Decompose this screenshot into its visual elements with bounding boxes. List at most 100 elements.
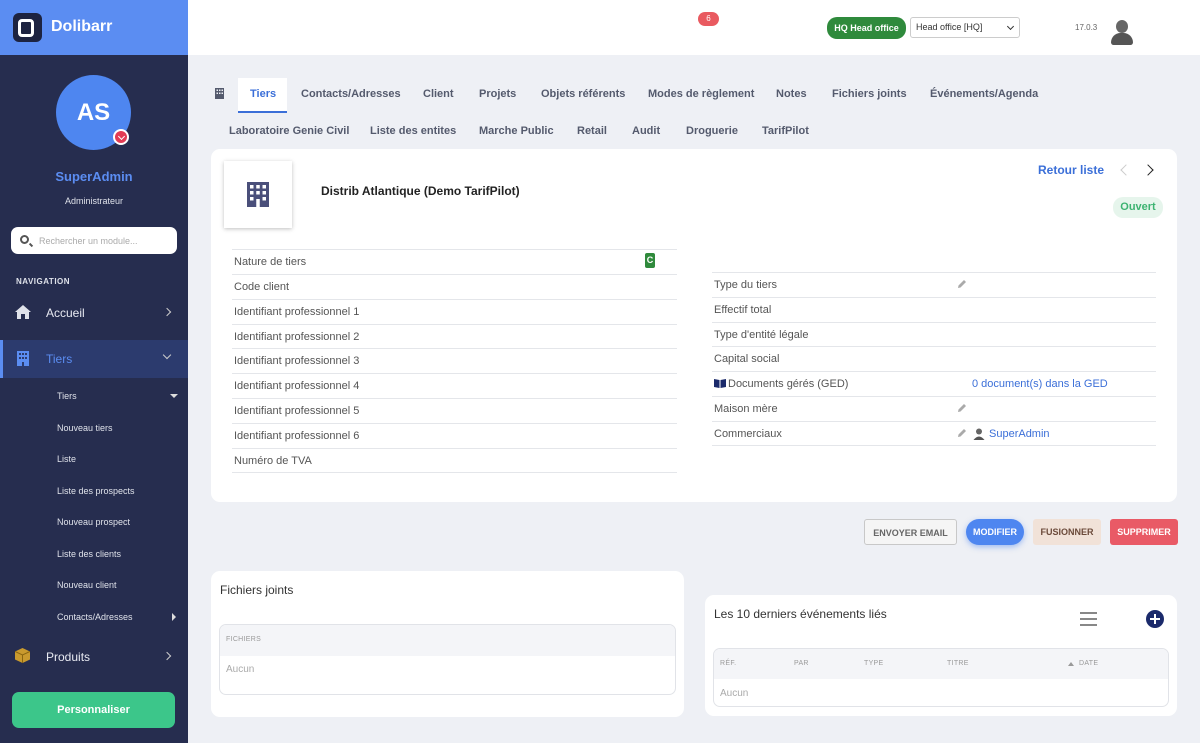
- empty-message: Aucun: [226, 664, 255, 675]
- merge-button[interactable]: FUSIONNER: [1033, 519, 1101, 545]
- field-row: Identifiant professionnel 6: [232, 423, 677, 448]
- field-label: Numéro de TVA: [234, 455, 312, 467]
- tab-client[interactable]: Client: [423, 88, 454, 100]
- tab-modes-reglement[interactable]: Modes de règlement: [648, 88, 754, 100]
- field-label: Commerciaux: [714, 428, 782, 440]
- field-label: Documents gérés (GED): [728, 378, 849, 390]
- user-role: Administrateur: [64, 196, 124, 206]
- sub-item-tiers[interactable]: Tiers: [57, 391, 77, 401]
- nav-heading: NAVIGATION: [16, 277, 71, 286]
- pencil-icon[interactable]: [957, 403, 967, 413]
- notification-badge[interactable]: 6: [698, 12, 719, 26]
- table-header: [714, 649, 1168, 679]
- building-icon: [17, 351, 29, 366]
- module-search-input[interactable]: [39, 231, 169, 250]
- tab-contacts[interactable]: Contacts/Adresses: [301, 88, 401, 100]
- field-row: Identifiant professionnel 5: [232, 398, 677, 423]
- user-profile-icon[interactable]: [1108, 20, 1136, 46]
- box-icon: [15, 648, 30, 663]
- field-row: Documents gérés (GED) 0 document(s) dans…: [712, 371, 1156, 396]
- list-view-icon[interactable]: [1080, 612, 1097, 626]
- field-label: Type d'entité légale: [714, 329, 809, 341]
- tab-objets-referents[interactable]: Objets référents: [541, 88, 625, 100]
- add-event-icon[interactable]: [1146, 610, 1164, 628]
- ged-link[interactable]: 0 document(s) dans la GED: [972, 378, 1108, 390]
- nav-item-tiers[interactable]: Tiers: [0, 340, 188, 378]
- nav-label-tiers: Tiers: [46, 352, 73, 366]
- user-name[interactable]: SuperAdmin: [0, 169, 188, 184]
- sub-item-liste-prospects[interactable]: Liste des prospects: [57, 486, 135, 496]
- send-email-button[interactable]: ENVOYER EMAIL: [864, 519, 957, 545]
- sub-item-nouveau-prospect[interactable]: Nouveau prospect: [57, 517, 130, 527]
- sub-item-nouveau-client[interactable]: Nouveau client: [57, 580, 117, 590]
- tab-fichiers-joints[interactable]: Fichiers joints: [832, 88, 907, 100]
- field-row: Identifiant professionnel 3: [232, 348, 677, 373]
- tab-droguerie[interactable]: Droguerie: [686, 125, 738, 137]
- entity-select[interactable]: Head office [HQ]: [910, 17, 1020, 38]
- version-label: 17.0.3: [1075, 23, 1098, 32]
- field-label: Code client: [234, 281, 290, 293]
- field-row: Maison mère: [712, 396, 1156, 421]
- column-header[interactable]: RÉF.: [720, 660, 736, 667]
- tab-retail[interactable]: Retail: [577, 125, 607, 137]
- entity-badge[interactable]: HQ Head office: [827, 17, 906, 39]
- field-label: Maison mère: [714, 403, 778, 415]
- sort-asc-icon[interactable]: [1068, 662, 1074, 666]
- back-to-list-link[interactable]: Retour liste: [1038, 163, 1104, 177]
- tab-marche-public[interactable]: Marche Public: [479, 125, 554, 137]
- pencil-icon[interactable]: [957, 279, 967, 289]
- delete-button[interactable]: SUPPRIMER: [1110, 519, 1178, 545]
- chevron-right-icon: [162, 307, 172, 317]
- field-row: Code client: [232, 274, 677, 299]
- home-icon: [15, 305, 31, 319]
- nav-item-accueil[interactable]: Accueil: [0, 294, 188, 332]
- logo-bar: Dolibarr: [0, 0, 188, 55]
- tab-audit[interactable]: Audit: [632, 125, 660, 137]
- dolibarr-logo-icon[interactable]: [13, 13, 42, 42]
- sub-item-nouveau-tiers[interactable]: Nouveau tiers: [57, 423, 113, 433]
- module-search[interactable]: [11, 227, 177, 254]
- sub-item-liste-clients[interactable]: Liste des clients: [57, 549, 121, 559]
- tab-laboratoire[interactable]: Laboratoire Genie Civil: [229, 125, 349, 137]
- field-label: Effectif total: [714, 304, 772, 316]
- column-header[interactable]: PAR: [794, 660, 809, 667]
- search-icon: [20, 235, 29, 244]
- empty-message: Aucun: [720, 688, 749, 699]
- column-header[interactable]: TITRE: [947, 660, 969, 667]
- files-table: FICHIERS Aucun: [219, 624, 676, 695]
- tab-notes[interactable]: Notes: [776, 88, 807, 100]
- edit-button[interactable]: MODIFIER: [966, 519, 1024, 545]
- pencil-icon[interactable]: [957, 428, 967, 438]
- tab-projets[interactable]: Projets: [479, 88, 516, 100]
- status-badge: Ouvert: [1113, 197, 1163, 218]
- chevron-down-icon: [162, 350, 172, 360]
- tab-tiers[interactable]: Tiers: [250, 88, 276, 100]
- field-label: Nature de tiers: [234, 256, 307, 268]
- nav-label-accueil: Accueil: [46, 306, 85, 320]
- field-label: Identifiant professionnel 2: [234, 331, 360, 343]
- company-logo[interactable]: [224, 161, 292, 228]
- sub-item-liste[interactable]: Liste: [57, 454, 76, 464]
- tab-tarifpilot[interactable]: TarifPilot: [762, 125, 809, 137]
- building-icon: [247, 182, 269, 207]
- customize-button[interactable]: Personnaliser: [12, 692, 175, 728]
- tab-evenements[interactable]: Événements/Agenda: [930, 88, 1038, 100]
- entity-select-value: Head office [HQ]: [916, 22, 983, 32]
- app-name[interactable]: Dolibarr: [51, 18, 112, 36]
- nav-item-produits[interactable]: Produits: [0, 638, 188, 676]
- sales-rep-link[interactable]: SuperAdmin: [989, 428, 1050, 440]
- sub-item-contacts[interactable]: Contacts/Adresses: [57, 612, 133, 622]
- topbar: 6 HQ Head office Head office [HQ] 17.0.3: [188, 0, 1200, 55]
- column-header[interactable]: DATE: [1079, 660, 1098, 667]
- caret-down-icon[interactable]: [170, 394, 178, 398]
- field-label: Identifiant professionnel 4: [234, 380, 360, 392]
- company-name: Distrib Atlantique (Demo TarifPilot): [321, 184, 520, 198]
- avatar-dropdown-icon[interactable]: [113, 129, 129, 145]
- field-label: Identifiant professionnel 5: [234, 405, 360, 417]
- field-row: Identifiant professionnel 1: [232, 299, 677, 324]
- field-row: Numéro de TVA: [232, 448, 677, 473]
- field-row: Type d'entité légale: [712, 322, 1156, 347]
- tab-liste-entites[interactable]: Liste des entites: [370, 125, 456, 137]
- caret-right-icon[interactable]: [172, 613, 176, 621]
- column-header[interactable]: TYPE: [864, 660, 883, 667]
